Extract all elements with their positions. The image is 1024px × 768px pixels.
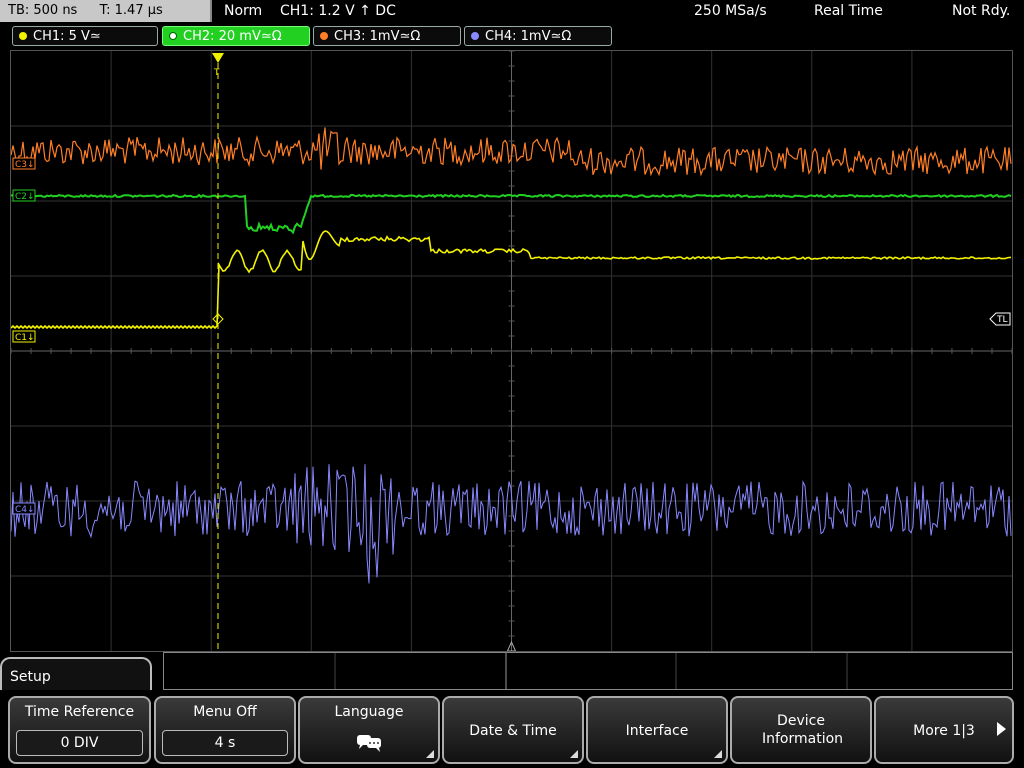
waveform-canvas: T C3↓ C2↓ C1↓ C4↓ TL [11,51,1012,651]
channel-tab-ch4[interactable]: CH4: 1mV≃Ω [464,26,612,46]
channel-label: CH3: 1mV≃Ω [334,29,421,44]
channel-label: CH1: 5 V≃ [33,29,101,44]
trigger-time-value: T: 1.47 µs [99,3,163,18]
channel-label: CH2: 20 mV≃Ω [183,29,282,44]
softkey-label: Device Information [762,713,844,747]
time-reference-value[interactable]: 0 DIV [16,730,143,756]
language-button[interactable]: Language [298,696,440,764]
acquisition-type: Real Time [814,3,883,19]
menu-off-value[interactable]: 4 s [162,730,288,756]
graticule-grid [11,51,1012,651]
channel-tabs: CH1: 5 V≃ CH2: 20 mV≃Ω CH3: 1mV≃Ω CH4: 1… [0,26,1024,48]
setup-menu-title: Setup [10,669,51,685]
ch2-color-dot [169,32,177,40]
channel-marker-label: C3↓ [15,160,35,170]
softkey-menu: Time Reference 0 DIV Menu Off 4 s Langua… [0,690,1024,768]
softkey-label: Time Reference [24,704,135,720]
waveform-display[interactable]: T C3↓ C2↓ C1↓ C4↓ TL [10,50,1013,652]
trigger-info[interactable]: CH1: 1.2 V ↑ DC [280,3,396,19]
speech-bubbles-icon [300,732,438,758]
device-information-button[interactable]: Device Information [730,696,872,764]
menu-off-button[interactable]: Menu Off 4 s [154,696,296,764]
acquisition-mode[interactable]: Norm [224,3,262,19]
ready-state: Not Rdy. [952,3,1011,19]
ch1-color-dot [19,32,27,40]
channel-label: CH4: 1mV≃Ω [485,29,572,44]
interface-button[interactable]: Interface [586,696,728,764]
trigger-position-icon [212,53,224,63]
channel-marker-label: C1↓ [15,333,35,343]
setup-menu-tab[interactable]: Setup [0,657,152,691]
secondary-panel [163,652,1013,690]
date-time-button[interactable]: Date & Time [442,696,584,764]
time-reference-button[interactable]: Time Reference 0 DIV [8,696,151,764]
trigger-position-label: T [213,68,220,78]
secondary-grid [334,653,848,689]
softkey-label: Interface [625,723,689,739]
channel-marker-label: C4↓ [15,505,35,515]
submenu-indicator-icon [714,750,722,758]
softkey-label: Menu Off [193,704,257,720]
channel-tab-ch2[interactable]: CH2: 20 mV≃Ω [162,26,310,46]
sample-rate: 250 MSa/s [694,3,767,19]
arrow-right-icon [997,722,1006,736]
ch3-color-dot [320,32,328,40]
softkey-label: More 1|3 [913,723,975,739]
timebase-value: TB: 500 ns [8,3,78,18]
status-bar: TB: 500 ns T: 1.47 µs Norm CH1: 1.2 V ↑ … [0,0,1024,24]
channel-tab-ch1[interactable]: CH1: 5 V≃ [12,26,158,46]
more-button[interactable]: More 1|3 [874,696,1014,764]
channel-tab-ch3[interactable]: CH3: 1mV≃Ω [313,26,461,46]
softkey-label: Date & Time [469,723,557,739]
softkey-label: Language [334,704,404,720]
trigger-level-label: TL [996,315,1008,325]
submenu-indicator-icon [570,750,578,758]
submenu-indicator-icon [426,750,434,758]
timebase-box[interactable]: TB: 500 ns T: 1.47 µs [0,0,212,22]
channel-marker-label: C2↓ [15,192,35,202]
ch4-color-dot [471,32,479,40]
